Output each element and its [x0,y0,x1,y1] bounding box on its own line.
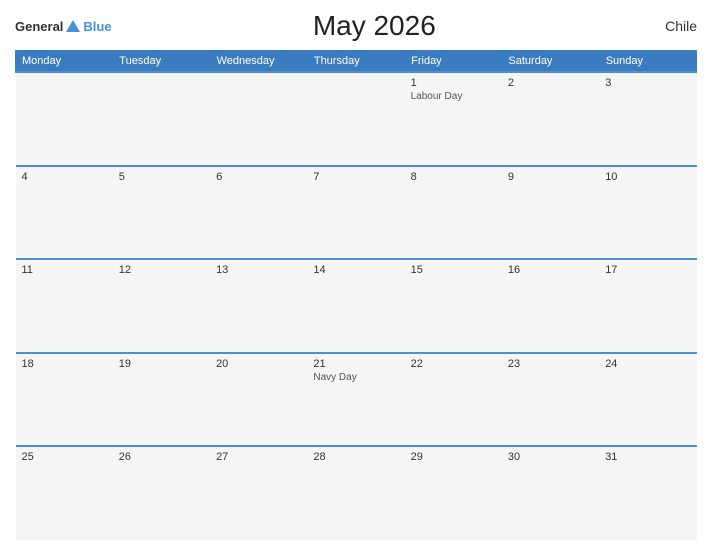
day-number: 6 [216,171,301,183]
day-number: 17 [605,264,690,276]
week-row-5: 25 26 27 28 29 30 31 [16,446,697,540]
day-number: 2 [508,77,593,89]
calendar-cell: 8 [405,166,502,260]
day-header-friday: Friday [405,51,502,73]
holiday-name: Labour Day [411,91,496,102]
day-number: 22 [411,358,496,370]
country-label: Chile [637,18,697,34]
calendar-cell: 20 [210,353,307,447]
day-number: 20 [216,358,301,370]
day-number: 11 [22,264,107,276]
day-number: 19 [119,358,204,370]
calendar-cell: 7 [307,166,404,260]
week-row-1: 1 Labour Day 23 [16,72,697,166]
calendar-cell: 23 [502,353,599,447]
day-header-wednesday: Wednesday [210,51,307,73]
logo-general: General [15,19,63,34]
calendar-cell: 19 [113,353,210,447]
day-number: 21 [313,358,398,370]
calendar-cell: 2 [502,72,599,166]
calendar-cell [113,72,210,166]
calendar-cell: 14 [307,259,404,353]
day-number: 28 [313,451,398,463]
calendar-cell: 29 [405,446,502,540]
header: General Blue May 2026 Chile [15,10,697,42]
logo-triangle-icon [65,18,81,34]
calendar-cell: 5 [113,166,210,260]
calendar-cell: 10 [599,166,696,260]
day-number: 8 [411,171,496,183]
calendar-cell: 16 [502,259,599,353]
week-row-4: 18 19 20 21 Navy Day 22 23 24 [16,353,697,447]
calendar-table: MondayTuesdayWednesdayThursdayFridaySatu… [15,50,697,540]
day-number: 5 [119,171,204,183]
calendar-cell: 18 [16,353,113,447]
day-number: 15 [411,264,496,276]
calendar-cell: 21 Navy Day [307,353,404,447]
calendar-cell [307,72,404,166]
day-header-saturday: Saturday [502,51,599,73]
calendar-title: May 2026 [112,10,637,42]
day-header-sunday: Sunday [599,51,696,73]
logo-blue: Blue [83,19,111,34]
calendar-page: General Blue May 2026 Chile MondayTuesda… [0,0,712,550]
day-header-monday: Monday [16,51,113,73]
calendar-cell: 17 [599,259,696,353]
header-row: MondayTuesdayWednesdayThursdayFridaySatu… [16,51,697,73]
week-row-2: 4567 89 10 [16,166,697,260]
week-row-3: 11 12 13 14 15 16 17 [16,259,697,353]
calendar-cell: 22 [405,353,502,447]
calendar-cell: 28 [307,446,404,540]
day-number: 23 [508,358,593,370]
day-number: 26 [119,451,204,463]
calendar-cell: 31 [599,446,696,540]
day-header-tuesday: Tuesday [113,51,210,73]
holiday-name: Navy Day [313,372,398,383]
calendar-cell: 26 [113,446,210,540]
day-number: 12 [119,264,204,276]
calendar-cell: 15 [405,259,502,353]
day-number: 14 [313,264,398,276]
day-number: 13 [216,264,301,276]
calendar-cell: 30 [502,446,599,540]
logo: General Blue [15,18,112,34]
day-number: 18 [22,358,107,370]
day-number: 29 [411,451,496,463]
calendar-cell: 13 [210,259,307,353]
calendar-cell: 3 [599,72,696,166]
day-number: 7 [313,171,398,183]
day-number: 24 [605,358,690,370]
calendar-cell: 6 [210,166,307,260]
calendar-cell: 4 [16,166,113,260]
day-number: 3 [605,77,690,89]
day-number: 1 [411,77,496,89]
calendar-cell: 27 [210,446,307,540]
day-number: 31 [605,451,690,463]
day-number: 27 [216,451,301,463]
day-number: 4 [22,171,107,183]
day-number: 9 [508,171,593,183]
calendar-cell: 1 Labour Day [405,72,502,166]
day-number: 25 [22,451,107,463]
calendar-cell [210,72,307,166]
day-number: 16 [508,264,593,276]
calendar-cell: 12 [113,259,210,353]
calendar-cell: 11 [16,259,113,353]
day-number: 10 [605,171,690,183]
calendar-body: 1 Labour Day 23 4567 89 10 11 12 13 14 15 16 17 18 19 2… [16,72,697,540]
calendar-cell: 24 [599,353,696,447]
day-header-thursday: Thursday [307,51,404,73]
calendar-cell: 9 [502,166,599,260]
calendar-cell [16,72,113,166]
calendar-cell: 25 [16,446,113,540]
day-number: 30 [508,451,593,463]
